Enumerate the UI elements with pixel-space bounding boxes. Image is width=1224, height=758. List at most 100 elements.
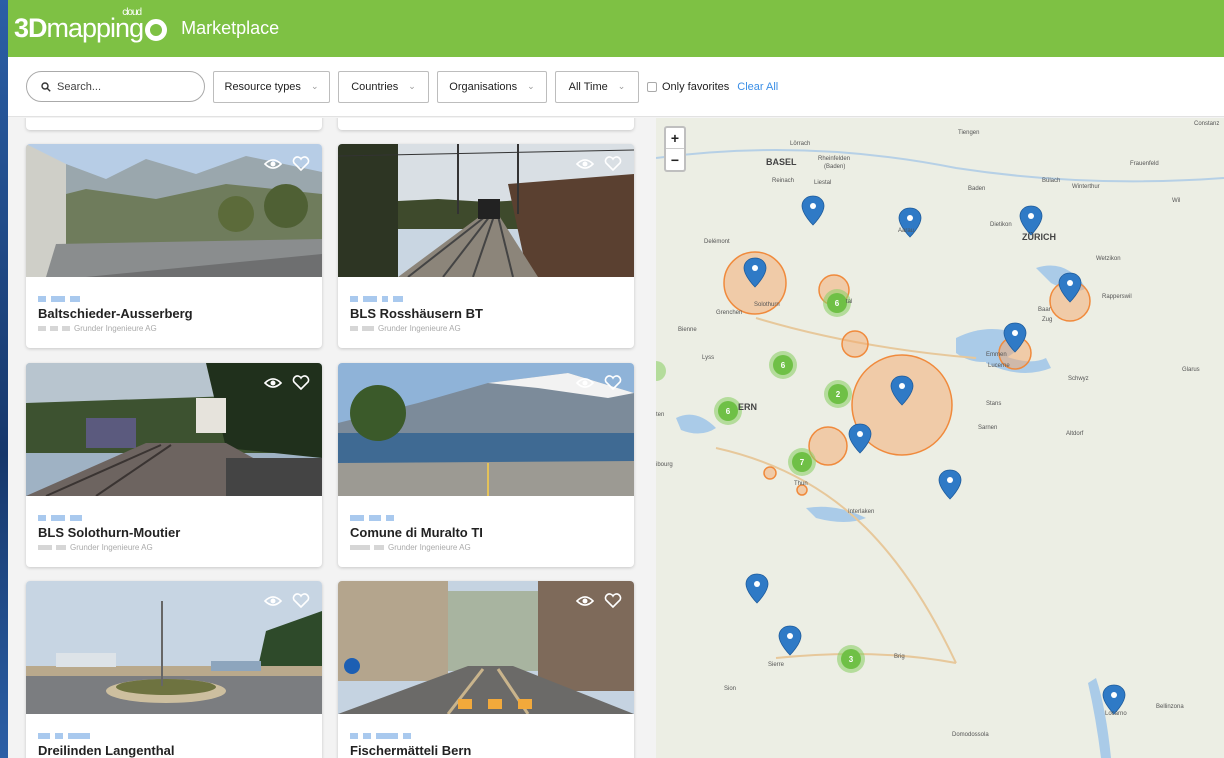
page-title: Marketplace xyxy=(181,18,280,38)
only-favorites-checkbox[interactable]: Only favorites xyxy=(647,81,729,93)
card-meta: Grunder Ingenieure AG xyxy=(38,543,153,552)
heart-icon[interactable] xyxy=(292,593,310,609)
time-label: All Time xyxy=(568,80,608,93)
map-label: Sarnen xyxy=(978,425,997,431)
eye-icon[interactable] xyxy=(575,375,595,391)
card-partial[interactable] xyxy=(26,118,322,130)
chevron-down-icon: ⌄ xyxy=(408,81,416,91)
card-meta: Grunder Ingenieure AG xyxy=(350,543,471,552)
chevron-down-icon: ⌄ xyxy=(310,81,319,91)
results-list[interactable]: Baltschieder-Ausserberg Grunder Ingenieu… xyxy=(8,118,656,758)
heart-icon[interactable] xyxy=(292,156,310,172)
map-label: (Baden) xyxy=(824,164,845,170)
time-dropdown[interactable]: All Time ⌄ xyxy=(555,70,639,103)
card-tags xyxy=(38,733,90,739)
map-label: Interlaken xyxy=(848,509,874,515)
card-tools xyxy=(263,156,310,172)
zoom-in-button[interactable]: + xyxy=(666,128,684,149)
card-org: Grunder Ingenieure AG xyxy=(70,543,153,552)
map-label: Frauenfeld xyxy=(1130,161,1159,167)
map-label: Lörrach xyxy=(790,141,810,147)
only-favorites-label: Only favorites xyxy=(662,80,730,93)
checkbox-box[interactable] xyxy=(647,81,657,92)
top-bar: 3D mapping cloud Marketplace xyxy=(8,0,1224,57)
heart-icon[interactable] xyxy=(604,375,622,391)
map-canvas[interactable]: 6 6 6 2 7 3 Tiengen Constanz Lörrach BAS… xyxy=(656,118,1224,758)
dataset-card[interactable]: BLS Rosshäusern BT Grunder Ingenieure AG xyxy=(338,144,634,348)
map-label: Zug xyxy=(1042,317,1052,323)
map-label: ZÜRICH xyxy=(1022,232,1056,242)
eye-icon[interactable] xyxy=(575,593,595,609)
card-tools xyxy=(575,156,622,172)
map-label: Solothurn xyxy=(754,302,780,308)
chevron-down-icon: ⌄ xyxy=(527,81,535,91)
map-label: Winterthur xyxy=(1072,184,1100,190)
eye-icon[interactable] xyxy=(263,156,283,172)
heart-icon[interactable] xyxy=(604,156,622,172)
map-label: Stans xyxy=(986,401,1001,407)
map-label: ibourg xyxy=(656,462,673,468)
zoom-out-button[interactable]: − xyxy=(666,149,684,170)
map-label: Baar xyxy=(1038,307,1051,313)
map-label: ERN xyxy=(738,402,757,412)
eye-icon[interactable] xyxy=(575,156,595,172)
card-meta: Grunder Ingenieure AG xyxy=(350,324,461,333)
dataset-card[interactable]: Fischermätteli Bern xyxy=(338,581,634,758)
card-title: Dreilinden Langenthal xyxy=(38,743,175,758)
zoom-control: + − xyxy=(664,126,686,172)
card-partial[interactable] xyxy=(338,118,634,130)
organisations-dropdown[interactable]: Organisations ⌄ xyxy=(437,70,547,103)
dataset-card[interactable]: Baltschieder-Ausserberg Grunder Ingenieu… xyxy=(26,144,322,348)
card-title: BLS Rosshäusern BT xyxy=(350,306,483,321)
card-title: Comune di Muralto TI xyxy=(350,525,483,540)
card-tags xyxy=(350,733,411,739)
cluster-count[interactable]: 6 xyxy=(835,299,840,308)
map-label: Sion xyxy=(724,686,736,692)
dataset-card[interactable]: Dreilinden Langenthal xyxy=(26,581,322,758)
card-tags xyxy=(38,296,80,302)
filter-bar: Search... Resource types ⌄ Countries ⌄ O… xyxy=(8,57,1224,117)
dataset-card[interactable]: Comune di Muralto TI Grunder Ingenieure … xyxy=(338,363,634,567)
map-label: Altdorf xyxy=(1066,431,1084,437)
resource-types-dropdown[interactable]: Resource types ⌄ xyxy=(213,70,330,103)
cluster-count[interactable]: 2 xyxy=(836,390,841,399)
map-label: Bellinzona xyxy=(1156,704,1184,710)
card-tools xyxy=(263,375,310,391)
cluster-count[interactable]: 3 xyxy=(849,655,854,664)
map-label: Wetzikon xyxy=(1096,256,1121,262)
clear-all-link[interactable]: Clear All xyxy=(737,81,778,93)
map-label: Dietikon xyxy=(990,222,1012,228)
map-label: Constanz xyxy=(1194,121,1219,127)
eye-icon[interactable] xyxy=(263,375,283,391)
card-tags xyxy=(350,296,403,302)
cluster-count[interactable]: 7 xyxy=(800,458,805,467)
dataset-card[interactable]: BLS Solothurn-Moutier Grunder Ingenieure… xyxy=(26,363,322,567)
map-label: Delémont xyxy=(704,239,730,245)
heart-icon[interactable] xyxy=(604,593,622,609)
map-label: BASEL xyxy=(766,157,797,167)
resource-types-label: Resource types xyxy=(224,80,301,93)
map-label: Brig xyxy=(894,654,905,660)
search-placeholder: Search... xyxy=(57,80,102,93)
heart-icon[interactable] xyxy=(292,375,310,391)
logo-mark-icon xyxy=(145,18,168,41)
search-input[interactable]: Search... xyxy=(26,71,205,102)
map-view[interactable]: 6 6 6 2 7 3 Tiengen Constanz Lörrach BAS… xyxy=(656,118,1224,758)
countries-dropdown[interactable]: Countries ⌄ xyxy=(338,70,429,103)
logo-cloud: cloud xyxy=(122,7,142,18)
logo-mapping: mapping cloud xyxy=(47,7,145,44)
map-label: Thun xyxy=(794,481,808,487)
cluster-count[interactable]: 6 xyxy=(726,407,731,416)
map-label: Bülach xyxy=(1042,178,1060,184)
cluster-count[interactable]: 6 xyxy=(781,361,786,370)
app-window: 3D mapping cloud Marketplace Search... R… xyxy=(8,0,1224,758)
card-org: Grunder Ingenieure AG xyxy=(74,324,157,333)
logo-3d: 3D xyxy=(14,13,48,43)
logo[interactable]: 3D mapping cloud xyxy=(14,7,168,44)
card-org: Grunder Ingenieure AG xyxy=(388,543,471,552)
eye-icon[interactable] xyxy=(263,593,283,609)
map-label: Tiengen xyxy=(958,130,979,136)
card-title: BLS Solothurn-Moutier xyxy=(38,525,181,540)
map-label: Emmen xyxy=(986,352,1007,358)
organisations-label: Organisations xyxy=(449,80,518,93)
